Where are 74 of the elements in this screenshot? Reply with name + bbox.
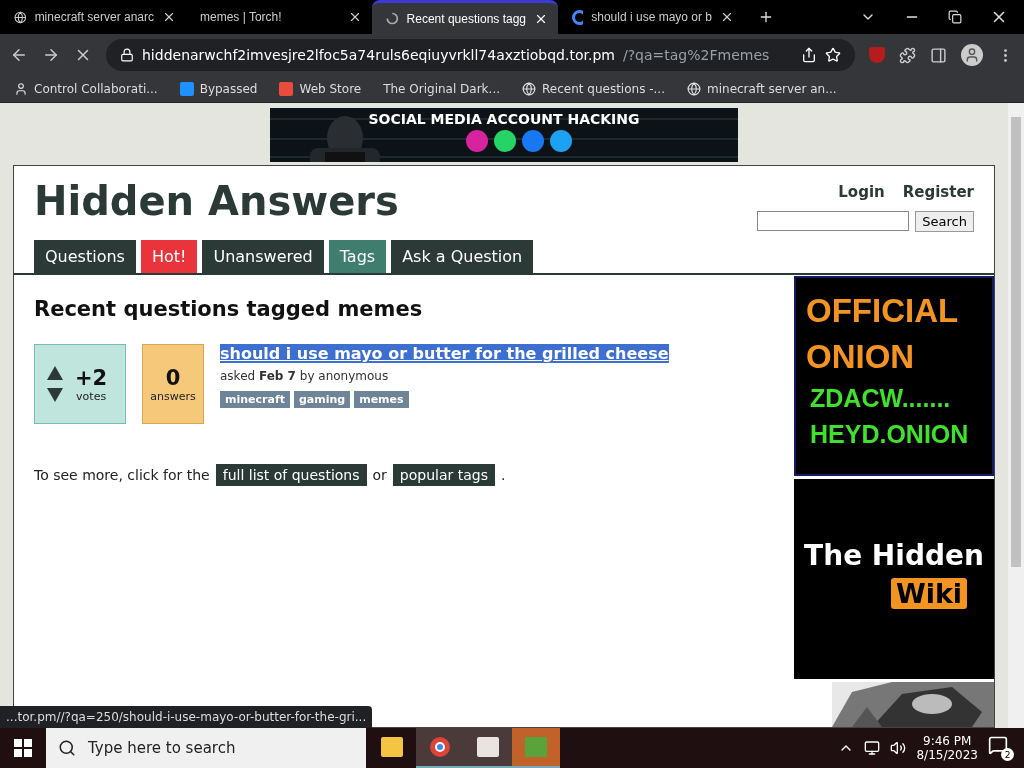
taskbar-search-field[interactable]: Type here to search: [46, 728, 366, 768]
browser-tab[interactable]: memes | Torch!: [186, 0, 372, 34]
browser-tab[interactable]: Recent questions tagg: [372, 0, 558, 34]
search-button[interactable]: Search: [915, 211, 974, 232]
close-icon[interactable]: [162, 10, 176, 24]
nav-tab[interactable]: Questions: [34, 240, 136, 273]
bookmark[interactable]: minecraft server an...: [687, 82, 837, 96]
ad-headline: ONION: [806, 337, 916, 377]
question-title-link[interactable]: should i use mayo or butter for the grilled cheese: [220, 344, 669, 363]
bookmark[interactable]: Web Store: [279, 82, 362, 96]
vote-count: +2: [75, 365, 108, 390]
bookmark[interactable]: The Original Dark...: [383, 82, 500, 96]
onion-ad[interactable]: OFFICIAL ONION ZDACW....... HEYD.ONION: [794, 276, 994, 476]
loading-spinner-icon: [386, 11, 399, 26]
forward-icon[interactable]: [42, 46, 60, 64]
ad-title: The Hidden: [804, 539, 984, 572]
answers-label: answers: [150, 389, 196, 403]
globe-icon: [14, 9, 27, 25]
period-text: .: [501, 467, 506, 483]
clock[interactable]: 9:46 PM 8/15/2023: [916, 734, 978, 762]
lock-icon: [120, 48, 134, 62]
page-heading: Recent questions tagged memes: [34, 297, 424, 321]
scrollbar[interactable]: [1008, 103, 1024, 728]
windows-start-icon[interactable]: [14, 739, 32, 757]
chrome-icon[interactable]: [416, 728, 464, 768]
close-icon[interactable]: [348, 10, 362, 24]
ad-headline: OFFICIAL: [806, 291, 960, 331]
tag-link[interactable]: gaming: [293, 391, 351, 408]
register-link[interactable]: Register: [902, 183, 974, 201]
nav-tab[interactable]: Tags: [328, 240, 387, 273]
bookmark[interactable]: Control Collaborati...: [14, 82, 158, 96]
close-icon[interactable]: [720, 10, 734, 24]
share-icon[interactable]: [801, 47, 817, 63]
votes-label: votes: [76, 389, 107, 403]
network-icon[interactable]: [864, 740, 881, 756]
wiki-ad[interactable]: The Hidden Wiki: [794, 479, 994, 679]
restore-icon[interactable]: [948, 10, 962, 24]
site-title: Hidden Answers: [34, 178, 399, 226]
downvote-icon[interactable]: [47, 388, 63, 402]
side-panel-icon[interactable]: [930, 46, 947, 64]
person-icon: [14, 82, 28, 96]
answer-count: 0: [165, 365, 181, 390]
status-url: ...tor.pm//?qa=250/should-i-use-mayo-or-butter-for-the-gri...: [0, 706, 373, 728]
new-tab-icon[interactable]: [758, 9, 774, 25]
wiki-badge: Wiki: [890, 578, 968, 609]
back-icon[interactable]: [10, 46, 28, 64]
nav-tab[interactable]: Unanswered: [202, 240, 324, 273]
bookmark[interactable]: Bypassed: [179, 82, 258, 96]
upvote-icon[interactable]: [47, 366, 63, 380]
globe-icon: [687, 82, 701, 96]
search-icon: [58, 739, 76, 757]
question-list-link[interactable]: full list of questions: [215, 464, 367, 486]
ad-address: ZDACW.......: [810, 383, 952, 414]
or-text: or: [372, 467, 387, 483]
bookmark-star-icon[interactable]: [825, 47, 841, 63]
profile-avatar[interactable]: [961, 44, 983, 66]
globe-icon: [522, 82, 536, 96]
address-bar[interactable]: hiddenarwchf2imvesjre2lfoc5a74ruls6eqiuyvrkll74axztiobqd.tor.pm /?qa=tag%2Fmemes: [106, 39, 855, 71]
volume-icon[interactable]: [890, 740, 907, 756]
extensions-icon[interactable]: [899, 46, 916, 64]
browser-tab[interactable]: should i use mayo or b: [558, 0, 744, 34]
browser-tab[interactable]: minecraft server anarc: [0, 0, 186, 34]
search-field[interactable]: [757, 211, 910, 231]
nav-tab[interactable]: Hot!: [140, 240, 198, 273]
nav-tab[interactable]: Ask a Question: [391, 240, 534, 273]
banner-title: SOCIAL MEDIA ACCOUNT HACKING: [368, 111, 640, 127]
more-text: To see more, click for the: [34, 467, 210, 483]
tag-link[interactable]: minecraft: [220, 391, 290, 408]
login-link[interactable]: Login: [838, 183, 885, 201]
tag-link[interactable]: memes: [354, 391, 409, 408]
ad-address: HEYD.ONION: [810, 419, 970, 450]
bookmark[interactable]: Recent questions -...: [522, 82, 665, 96]
question-meta: asked Feb 7 by anonymous: [220, 369, 389, 383]
popular-tags-link[interactable]: popular tags: [392, 464, 495, 486]
